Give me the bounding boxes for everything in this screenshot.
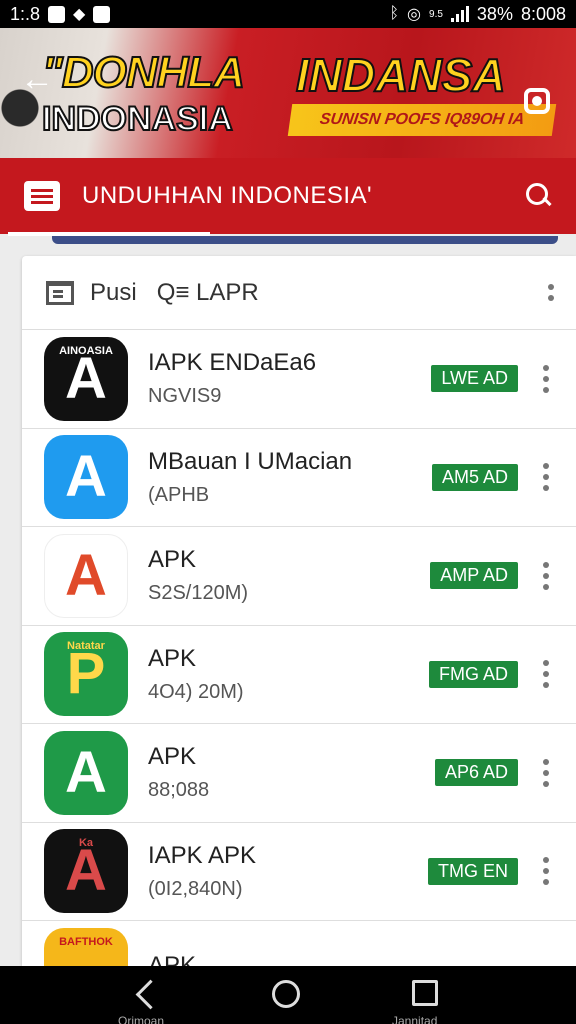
app-bar-shadow xyxy=(52,236,558,244)
shield-notification-icon xyxy=(93,5,111,23)
app-name: IAPK ENDaEa6 xyxy=(148,349,317,377)
app-text: APK S2S/120M) xyxy=(148,546,430,605)
overflow-menu-icon[interactable] xyxy=(536,364,556,393)
overflow-menu-icon[interactable] xyxy=(536,463,556,492)
app-icon-glyph: A xyxy=(65,739,107,805)
diamond-icon: ◆ xyxy=(73,6,86,23)
bluetooth-icon: ᛒ xyxy=(389,5,400,22)
app-text: APK 88;088 xyxy=(148,743,435,802)
download-badge[interactable]: LWE AD xyxy=(431,365,518,393)
card-more-icon[interactable] xyxy=(548,284,554,301)
app-name: APK xyxy=(148,951,197,966)
app-icon: Natatar P xyxy=(44,632,128,717)
download-badge[interactable]: TMG EN xyxy=(428,857,518,885)
app-text: APK xyxy=(148,952,576,966)
app-row[interactable]: A MBauan I UMacian (APHB AM5 AD xyxy=(22,429,576,527)
app-name: MBauan I UMacian xyxy=(148,447,353,475)
app-icon: Ka A xyxy=(44,829,128,914)
app-text: IAPK APK (0I2,840N) xyxy=(148,842,428,901)
card-header-search[interactable]: Q≡ LAPR xyxy=(157,279,259,307)
app-icon-glyph: A xyxy=(65,838,107,904)
app-icon-tag: Natatar xyxy=(67,640,105,653)
download-badge[interactable]: AM5 AD xyxy=(431,463,518,491)
app-row[interactable]: A APK S2S/120M) AMP AD xyxy=(22,527,576,626)
banner-title-right: INDANSA xyxy=(295,48,507,102)
download-badge[interactable]: AMP AD xyxy=(430,562,518,590)
app-icon: BAFTHOK xyxy=(44,927,128,966)
status-bar: 1:.8 ◆ ᛒ ◎ 9.5 38% 8:008 xyxy=(0,0,576,28)
app-subtitle: S2S/120M) xyxy=(148,582,249,605)
app-row[interactable]: Natatar P APK 4O4) 20M) FMG AD xyxy=(22,626,576,724)
promo-banner: ← "DONHLA INDONASIA INDANSA SUNISN POOFS… xyxy=(0,28,576,158)
app-icon: AINOASIA A xyxy=(44,336,128,421)
app-list: AINOASIA A IAPK ENDaEa6 NGVIS9 LWE AD A … xyxy=(22,330,576,966)
banner-title-line1: "DONHLA xyxy=(41,47,246,98)
app-icon: A xyxy=(44,533,128,618)
wifi-icon: ◎ xyxy=(407,6,422,23)
app-row[interactable]: AINOASIA A IAPK ENDaEa6 NGVIS9 LWE AD xyxy=(22,330,576,429)
system-nav-bar: Qrimoan Jannitad xyxy=(0,966,576,1024)
app-icon-tag: BAFTHOK xyxy=(59,935,113,948)
app-icon-glyph: P xyxy=(66,641,106,707)
app-icon-glyph: A xyxy=(65,542,107,608)
nav-back-label: Qrimoan xyxy=(118,1014,165,1024)
app-icon-glyph: A xyxy=(65,345,107,411)
app-subtitle: (APHB xyxy=(148,483,210,506)
app-name: APK xyxy=(148,644,197,672)
app-name: APK xyxy=(148,743,197,771)
app-subtitle: 88;088 xyxy=(148,779,210,802)
app-icon: A xyxy=(44,730,128,815)
nav-recent-label: Jannitad xyxy=(392,1014,438,1024)
app-name: IAPK APK xyxy=(148,841,257,869)
app-subtitle: NGVIS9 xyxy=(148,385,222,408)
network-speed: 9.5 xyxy=(429,8,443,20)
app-icon-glyph: A xyxy=(65,444,107,510)
app-row[interactable]: BAFTHOK APK xyxy=(22,921,576,966)
message-icon[interactable] xyxy=(24,181,60,211)
status-clock: 8:008 xyxy=(520,3,566,24)
app-text: IAPK ENDaEa6 NGVIS9 xyxy=(148,349,431,408)
app-icon-tag: AINOASIA xyxy=(59,344,113,357)
signal-icon xyxy=(450,6,469,22)
app-bar-title: UNDUHHAN INDONESIA' xyxy=(82,182,373,209)
app-list-card: Pusi Q≡ LAPR AINOASIA A IAPK ENDaEa6 NGV… xyxy=(22,256,576,966)
app-subtitle: (0I2,840N) xyxy=(148,877,243,900)
overflow-menu-icon[interactable] xyxy=(536,857,556,886)
banner-ribbon: SUNISN POOFS IQ89OH IA xyxy=(287,104,557,136)
app-row[interactable]: A APK 88;088 AP6 AD xyxy=(22,724,576,823)
app-text: MBauan I UMacian (APHB xyxy=(148,448,432,507)
camera-icon[interactable] xyxy=(524,88,550,114)
app-text: APK 4O4) 20M) xyxy=(148,645,429,704)
nav-recent-icon[interactable] xyxy=(412,980,438,1006)
app-subtitle: 4O4) 20M) xyxy=(148,680,244,703)
download-badge[interactable]: AP6 AD xyxy=(434,759,518,787)
app-icon-tag: Ka xyxy=(78,837,94,850)
overflow-menu-icon[interactable] xyxy=(536,758,556,787)
banner-ribbon-text: SUNISN POOFS IQ89OH IA xyxy=(318,111,526,128)
battery-level: 38% xyxy=(476,3,513,24)
app-name: APK xyxy=(148,546,197,574)
app-notification-icon xyxy=(48,5,66,23)
nav-home-icon[interactable] xyxy=(272,980,300,1008)
status-time-left: 1:.8 xyxy=(10,3,41,24)
status-left: 1:.8 ◆ xyxy=(10,3,111,25)
nav-back-icon[interactable] xyxy=(132,980,162,1010)
search-icon[interactable] xyxy=(526,183,552,209)
app-row[interactable]: Ka A IAPK APK (0I2,840N) TMG EN xyxy=(22,823,576,921)
status-right: ᛒ ◎ 9.5 38% 8:008 xyxy=(389,4,566,25)
app-icon: A xyxy=(44,435,128,520)
download-badge[interactable]: FMG AD xyxy=(428,660,518,688)
card-header-label: Pusi xyxy=(90,278,137,306)
card-header: Pusi Q≡ LAPR xyxy=(22,256,576,330)
banner-title-line2: INDONASIA xyxy=(41,99,234,139)
filter-icon[interactable] xyxy=(46,280,74,305)
overflow-menu-icon[interactable] xyxy=(536,561,556,590)
app-bar: UNDUHHAN INDONESIA' xyxy=(0,158,576,234)
overflow-menu-icon[interactable] xyxy=(536,660,556,689)
